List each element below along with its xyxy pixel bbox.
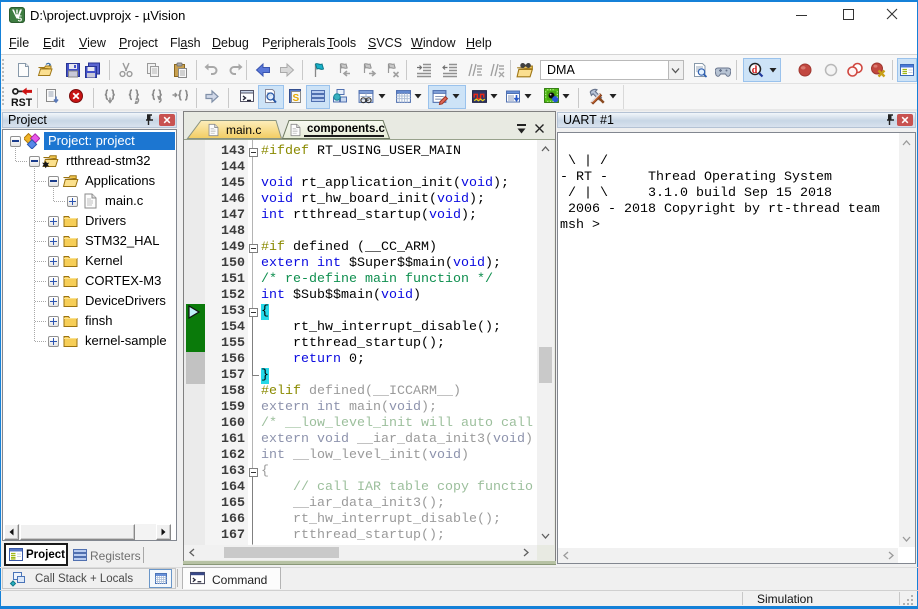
svg-text:S: S	[293, 93, 300, 104]
svg-text:d: d	[752, 65, 758, 76]
svg-text:5: 5	[18, 15, 23, 24]
svg-text:RST: RST	[11, 97, 32, 107]
